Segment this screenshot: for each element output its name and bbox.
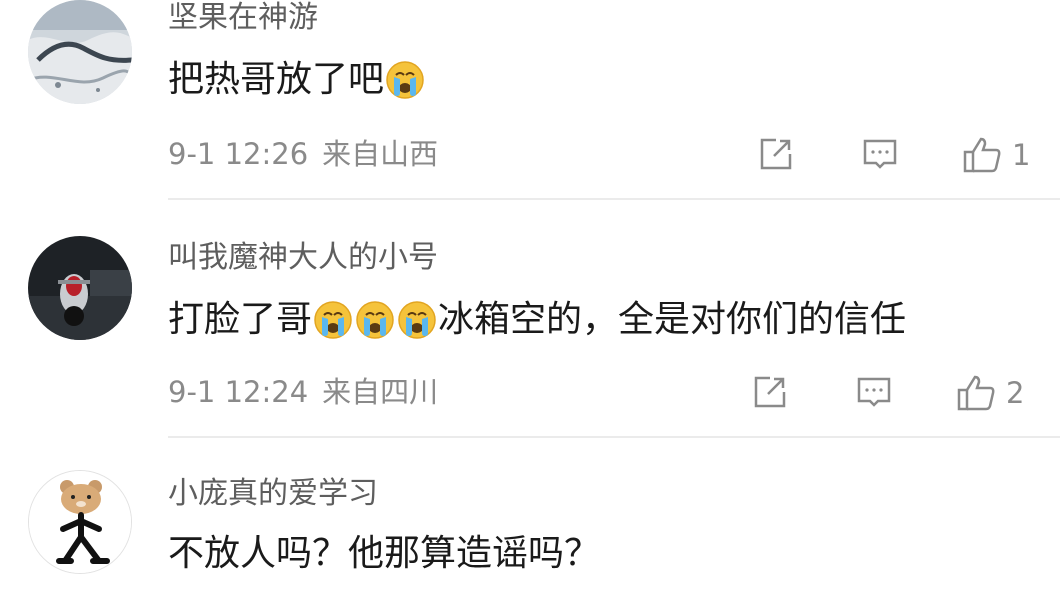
like-button[interactable]: 1: [962, 136, 1030, 174]
comment-date: 9-1 12:26: [168, 137, 309, 171]
comment-item: 叫我魔神大人的小号 打脸了哥 冰箱空的，全是对你们的信任 9-1 12:24 来自…: [0, 236, 1060, 438]
avatar-motorcycle-image: [28, 236, 132, 340]
share-button[interactable]: [752, 374, 788, 410]
avatar[interactable]: [28, 470, 132, 574]
reply-button[interactable]: [856, 374, 892, 410]
thumbs-up-icon: [957, 375, 995, 411]
thumbs-up-icon: [963, 137, 1001, 173]
crying-face-icon: [386, 61, 424, 99]
comment-item: 坚果在神游 把热哥放了吧 9-1 12:26 来自山西 1: [0, 0, 1060, 200]
comment-location: 来自山西: [322, 137, 439, 171]
crying-face-icon: [356, 301, 394, 339]
divider: [168, 436, 1060, 438]
avatar-bear-image: [29, 471, 131, 573]
comment-icon: [857, 377, 891, 407]
avatar-landscape-image: [28, 0, 132, 104]
username[interactable]: 小庞真的爱学习: [168, 476, 378, 512]
like-button[interactable]: 2: [956, 374, 1024, 412]
username[interactable]: 叫我魔神大人的小号: [168, 240, 438, 276]
crying-face-icon: [398, 301, 436, 339]
comment-text-part: 不放人吗？他那算造谣吗？: [168, 533, 601, 574]
comment-text: 把热哥放了吧: [168, 58, 426, 102]
comment-meta: 9-1 12:26 来自山西: [168, 136, 452, 172]
comment-item: 小庞真的爱学习 不放人吗？他那算造谣吗？: [0, 470, 1060, 596]
username[interactable]: 坚果在神游: [168, 0, 318, 36]
comment-text-part: 冰箱空的，全是对你们的信任: [438, 299, 907, 340]
avatar[interactable]: [28, 236, 132, 340]
divider: [168, 198, 1060, 200]
comment-text: 打脸了哥 冰箱空的，全是对你们的信任: [168, 298, 906, 342]
comment-meta: 9-1 12:24 来自四川: [168, 374, 452, 410]
share-icon: [754, 376, 786, 408]
comment-text-part: 把热哥放了吧: [168, 59, 385, 100]
comment-date: 9-1 12:24: [168, 375, 309, 409]
comment-text-part: 打脸了哥: [168, 299, 313, 340]
avatar[interactable]: [28, 0, 132, 104]
comment-icon: [863, 139, 897, 169]
crying-face-icon: [314, 301, 352, 339]
share-icon: [760, 138, 792, 170]
like-count: 2: [1006, 376, 1025, 410]
comment-location: 来自四川: [322, 375, 439, 409]
comment-text: 不放人吗？他那算造谣吗？: [168, 532, 600, 576]
reply-button[interactable]: [862, 136, 898, 172]
share-button[interactable]: [758, 136, 794, 172]
like-count: 1: [1012, 138, 1031, 172]
